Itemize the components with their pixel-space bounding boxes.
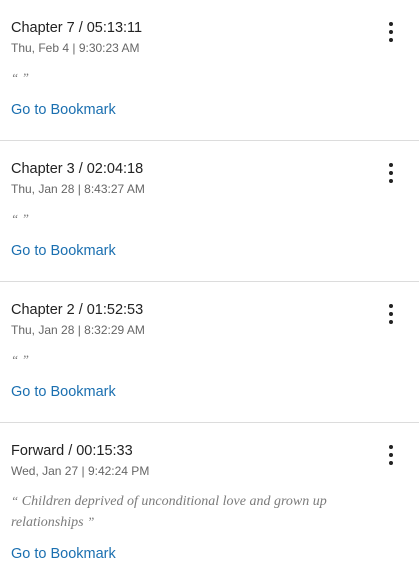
- quote-open-mark: “: [11, 70, 19, 85]
- bookmark-quote: “ ”: [11, 209, 408, 230]
- bookmark-quote: “ Children deprived of unconditional lov…: [11, 491, 408, 533]
- quote-open-mark: “: [11, 493, 19, 508]
- title-separator: /: [78, 20, 83, 36]
- bookmark-title: Chapter 2/01:52:53: [11, 301, 408, 319]
- quote-open-mark: “: [11, 211, 19, 226]
- bookmark-time: 00:15:33: [76, 443, 133, 459]
- go-to-bookmark-link[interactable]: Go to Bookmark: [11, 545, 116, 563]
- bookmark-date: Thu, Jan 28 | 8:43:27 AM: [11, 182, 145, 196]
- bookmark-quote: “ ”: [11, 68, 408, 89]
- bookmark-card: Chapter 7/05:13:11 Thu, Feb 4 | 9:30:23 …: [0, 0, 419, 141]
- more-vertical-icon[interactable]: [383, 162, 399, 184]
- bookmark-card: Chapter 3/02:04:18 Thu, Jan 28 | 8:43:27…: [0, 141, 419, 282]
- title-separator: /: [78, 302, 83, 318]
- bookmark-list: Chapter 7/05:13:11 Thu, Feb 4 | 9:30:23 …: [0, 0, 419, 567]
- bookmark-chapter: Chapter 3: [11, 161, 75, 177]
- bookmark-time: 01:52:53: [86, 302, 144, 318]
- quote-close-mark: ”: [87, 514, 95, 529]
- bookmark-chapter: Forward: [11, 443, 65, 459]
- bookmark-title: Forward/00:15:33: [11, 442, 408, 460]
- bookmark-date: Thu, Feb 4 | 9:30:23 AM: [11, 41, 140, 55]
- go-to-bookmark-link[interactable]: Go to Bookmark: [11, 242, 116, 260]
- bookmark-card: Chapter 2/01:52:53 Thu, Jan 28 | 8:32:29…: [0, 282, 419, 423]
- bookmark-chapter: Chapter 2: [11, 302, 75, 318]
- quote-open-mark: “: [11, 352, 19, 367]
- quote-text: Children deprived of unconditional love …: [11, 494, 327, 530]
- bookmark-chapter: Chapter 7: [11, 20, 75, 36]
- more-vertical-icon[interactable]: [383, 303, 399, 325]
- bookmark-quote: “ ”: [11, 350, 408, 371]
- title-separator: /: [68, 443, 73, 459]
- quote-close-mark: ”: [21, 70, 29, 85]
- title-separator: /: [78, 161, 83, 177]
- bookmark-title: Chapter 7/05:13:11: [11, 19, 408, 37]
- quote-close-mark: ”: [21, 211, 29, 226]
- go-to-bookmark-link[interactable]: Go to Bookmark: [11, 383, 116, 401]
- bookmark-date: Thu, Jan 28 | 8:32:29 AM: [11, 323, 145, 337]
- bookmark-date: Wed, Jan 27 | 9:42:24 PM: [11, 464, 150, 478]
- more-vertical-icon[interactable]: [383, 444, 399, 466]
- bookmark-time: 05:13:11: [86, 20, 143, 36]
- bookmark-card: Forward/00:15:33 Wed, Jan 27 | 9:42:24 P…: [0, 423, 419, 567]
- bookmark-title: Chapter 3/02:04:18: [11, 160, 408, 178]
- bookmark-time: 02:04:18: [86, 161, 144, 177]
- go-to-bookmark-link[interactable]: Go to Bookmark: [11, 101, 116, 119]
- more-vertical-icon[interactable]: [383, 21, 399, 43]
- quote-close-mark: ”: [21, 352, 29, 367]
